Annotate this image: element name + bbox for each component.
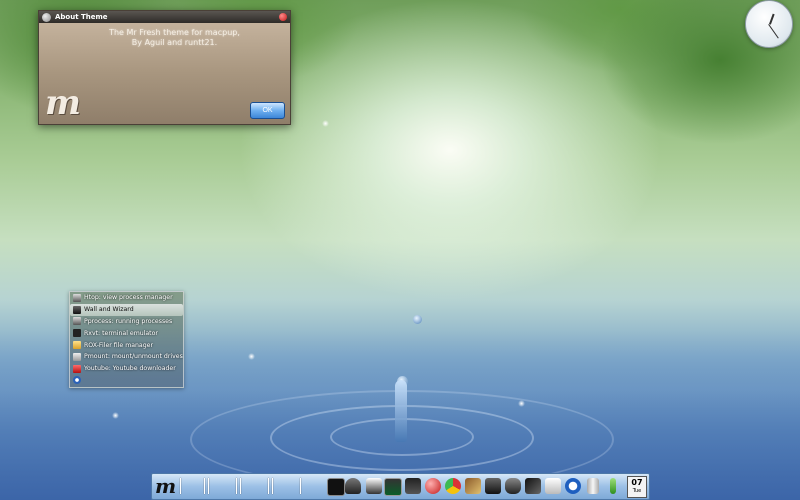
menu-item-label: Youtube: Youtube downloader [84, 365, 176, 373]
process-icon [73, 317, 81, 326]
pager-desktop[interactable] [272, 478, 273, 494]
menu-item-label: Rxvt: terminal emulator [84, 329, 158, 337]
menu-item-label: Wall and Wizard [84, 306, 134, 314]
about-theme-dialog: About Theme The Mr Fresh theme for macpu… [38, 10, 291, 125]
message-line: By Aguil and runtt21. [131, 38, 218, 47]
sparkle [322, 120, 329, 127]
youtube-icon [73, 364, 81, 373]
monitor-icon[interactable] [384, 478, 402, 496]
folder-icon [73, 341, 81, 350]
menu-item-pprocess[interactable]: Pprocess: running processes [70, 316, 183, 328]
sparkle [518, 400, 525, 407]
dialog-title: About Theme [55, 13, 108, 21]
menu-item-youtube[interactable]: Youtube: Youtube downloader [70, 363, 183, 375]
taskbar-dock: m [151, 473, 650, 500]
clock-hour-hand [769, 13, 775, 25]
theme-logo: m [45, 83, 81, 123]
car-icon[interactable] [505, 478, 521, 494]
terminal-icon[interactable] [327, 478, 345, 496]
analog-clock [745, 0, 793, 48]
ok-button[interactable]: OK [250, 102, 285, 119]
close-icon[interactable] [279, 13, 287, 21]
launcher-menu: Htop: view process manager Wall and Wiza… [69, 291, 184, 388]
terminal-icon [73, 329, 81, 338]
globe-icon[interactable] [425, 478, 441, 494]
menu-item-label: ROX-Filer file manager [84, 341, 153, 349]
power-icon [73, 376, 81, 385]
broom-icon[interactable] [465, 478, 481, 494]
menu-item-rox-filer[interactable]: ROX-Filer file manager [70, 339, 183, 351]
app-icon [42, 12, 51, 22]
menu-item-label: Htop: view process manager [84, 294, 173, 302]
date-day: 07 [631, 478, 643, 487]
sparkle [248, 353, 255, 360]
pager-desktop[interactable] [208, 478, 209, 494]
message-line: The Mr Fresh theme for macpup, [109, 28, 240, 37]
htop-icon [73, 293, 81, 302]
pager-desktop[interactable] [236, 478, 237, 494]
date-weekday: Tue [632, 488, 642, 494]
water-drop [413, 315, 422, 324]
clock-minute-hand [768, 24, 779, 39]
pager-desktop[interactable] [204, 478, 205, 494]
printer-icon[interactable] [366, 478, 382, 494]
menu-item-htop[interactable]: Htop: view process manager [70, 292, 183, 304]
dialog-message: The Mr Fresh theme for macpup, By Aguil … [79, 28, 270, 48]
menu-logo-button[interactable]: m [155, 474, 176, 498]
x-tools-icon[interactable] [525, 478, 541, 494]
water-splash [395, 380, 407, 442]
sparkle [112, 412, 119, 419]
menu-item-label: Pmount: mount/unmount drives [84, 353, 183, 361]
pager-desktop[interactable] [180, 478, 181, 494]
menu-item-rxvt[interactable]: Rxvt: terminal emulator [70, 327, 183, 339]
pager-desktop[interactable] [268, 478, 269, 494]
hand-icon[interactable] [345, 478, 361, 494]
menu-item-power[interactable] [70, 375, 183, 387]
pager-desktop[interactable] [300, 478, 301, 494]
date-display[interactable]: 07 Tue [627, 476, 647, 498]
write-icon[interactable] [545, 478, 561, 494]
pager-desktop[interactable] [240, 478, 241, 494]
wizard-icon [73, 305, 81, 314]
drive-icon [73, 352, 81, 361]
graduation-icon[interactable] [405, 478, 421, 494]
dialog-titlebar[interactable]: About Theme [39, 11, 290, 23]
menu-item-label: Pprocess: running processes [84, 317, 173, 325]
pencil-icon[interactable] [610, 478, 616, 494]
power-icon[interactable] [565, 478, 581, 494]
menu-item-wizard[interactable]: Wall and Wizard [70, 303, 183, 316]
menu-item-pmount[interactable]: Pmount: mount/unmount drives [70, 351, 183, 363]
chrome-icon[interactable] [445, 478, 461, 494]
camera-icon[interactable] [485, 478, 501, 494]
trash-icon[interactable] [587, 478, 599, 494]
